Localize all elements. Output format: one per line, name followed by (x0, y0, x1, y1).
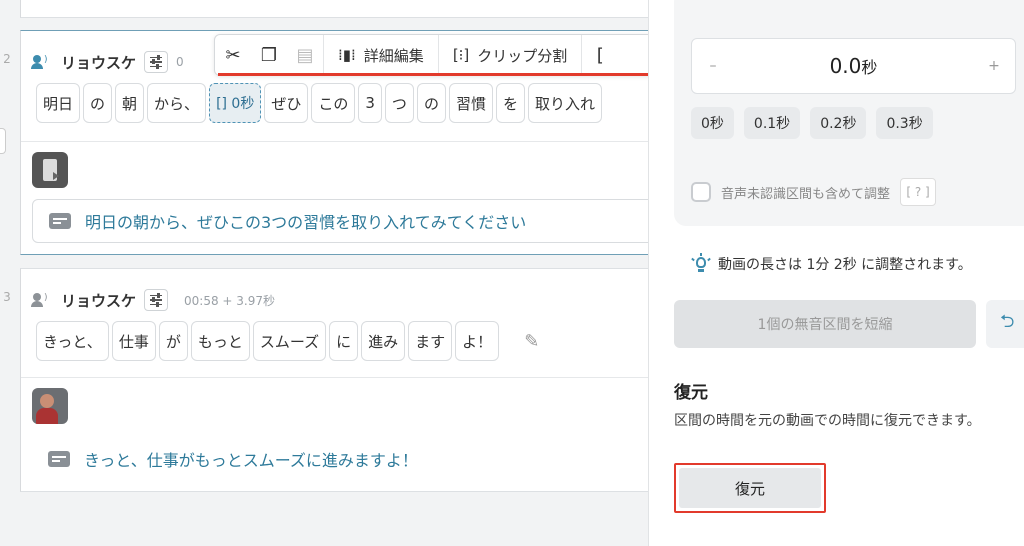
clip-split-label: クリップ分割 (477, 46, 568, 65)
adjust-icon[interactable] (144, 51, 169, 73)
word-chip[interactable]: 朝 (115, 83, 145, 123)
word-chip[interactable]: スムーズ (252, 321, 327, 361)
detail-edit-label: 詳細編集 (363, 46, 424, 65)
speaker-icon: ) (31, 55, 53, 69)
scissors-icon[interactable]: ✂ (215, 45, 251, 66)
preset-0-3s-button[interactable]: 0.3秒 (876, 107, 933, 139)
word-toolbar: ✂ ❐ ▤ ⁞▮⁞ 詳細編集 [⁝] クリップ分割 [ (214, 34, 648, 76)
subtitle-field[interactable]: きっと、仕事がもっとスムーズに進みますよ！ (32, 437, 648, 481)
bulb-icon (691, 253, 711, 274)
preset-0-1s-button[interactable]: 0.1秒 (743, 107, 801, 139)
clip-thumbnail[interactable] (32, 152, 68, 188)
silence-adjust-panel: – 0.0秒 + 0秒 0.1秒 0.2秒 0.3秒 音声未認識区間も含めて調整… (648, 0, 1024, 546)
transcript-row-2[interactable]: ) リョウスケ 00:58 + 3.97秒 きっと、 仕事 が もっと スムーズ… (20, 268, 648, 492)
row-handle[interactable] (0, 128, 6, 154)
word-chip[interactable]: 明日 (36, 83, 81, 123)
duration-info: 動画の長さは 1分 2秒 に調整されます。 (691, 253, 972, 274)
highlight-underline (218, 73, 648, 76)
increment-button[interactable]: + (987, 58, 1001, 74)
adjust-icon[interactable] (144, 289, 169, 311)
word-chip[interactable]: 進み (361, 321, 406, 361)
subtitle-icon (48, 451, 70, 467)
word-chip[interactable]: よ！ (455, 321, 500, 361)
word-chip[interactable]: を (495, 83, 525, 123)
subtitle-icon (49, 213, 71, 229)
subtitle-text: きっと、仕事がもっとスムーズに進みますよ！ (84, 451, 418, 470)
word-chip[interactable]: もっと (190, 321, 250, 361)
duration-info-text: 動画の長さは 1分 2秒 に調整されます。 (718, 257, 972, 273)
word-chip[interactable]: ぜひ (264, 83, 309, 123)
restore-description: 区間の時間を元の動画での時間に復元できます。 (674, 413, 981, 429)
pencil-icon[interactable]: ✎ (524, 331, 539, 352)
word-chip[interactable]: が (158, 321, 188, 361)
preset-0-2s-button[interactable]: 0.2秒 (810, 107, 867, 139)
subtitle-text: 明日の朝から、ぜひこの3つの習慣を取り入れてみてください (85, 213, 527, 232)
transcript-editor: 2 ) リョウスケ 0 明日 の 朝 から、 [] 0秒 ぜひ この 3 つ の… (0, 0, 648, 546)
preset-0s-button[interactable]: 0秒 (691, 107, 734, 139)
restore-button-label: 復元 (679, 468, 821, 508)
word-chip[interactable]: の (83, 83, 113, 123)
speaker-name[interactable]: リョウスケ (61, 290, 136, 311)
segment-time: 00:58 + 3.97秒 (184, 293, 276, 308)
include-unrecognized-label: 音声未認識区間も含めて調整 (721, 186, 891, 202)
restore-heading: 復元 (674, 383, 708, 403)
help-icon[interactable]: [ ? ] (900, 178, 937, 206)
row-divider (21, 141, 648, 142)
speaker-header: ) リョウスケ 0 (31, 51, 184, 73)
word-chip[interactable]: 3 (358, 83, 382, 123)
word-chip[interactable]: から、 (147, 83, 207, 123)
word-chip[interactable]: ます (408, 321, 453, 361)
adjust-card: – 0.0秒 + 0秒 0.1秒 0.2秒 0.3秒 音声未認識区間も含めて調整… (674, 0, 1024, 226)
speaker-name[interactable]: リョウスケ (61, 52, 136, 73)
shorten-silence-button[interactable]: 1個の無音区間を短縮 (674, 300, 976, 348)
detail-edit-button[interactable]: ⁞▮⁞ 詳細編集 (324, 45, 438, 66)
duration-stepper[interactable]: – 0.0秒 + (691, 38, 1016, 94)
word-chip[interactable]: に (329, 321, 359, 361)
row-number: 3 (3, 290, 11, 304)
previous-row-fragment (20, 0, 648, 18)
clip-split-button[interactable]: [⁝] クリップ分割 (439, 45, 582, 66)
word-chip[interactable]: きっと、 (36, 321, 109, 361)
segment-time: 0 (176, 55, 184, 69)
word-chip[interactable]: つ (384, 83, 414, 123)
decrement-button[interactable]: – (706, 58, 720, 74)
silence-gap-chip[interactable]: [] 0秒 (209, 83, 262, 123)
undo-icon[interactable]: ⮌ (986, 300, 1024, 348)
copy-icon[interactable]: ❐ (251, 45, 287, 66)
clip-thumbnail[interactable] (32, 388, 68, 424)
speaker-icon: ) (31, 293, 53, 307)
duration-value[interactable]: 0.0秒 (830, 54, 878, 78)
word-chip[interactable]: 仕事 (111, 321, 156, 361)
include-unrecognized-checkbox[interactable] (691, 182, 711, 202)
word-chip[interactable]: 習慣 (448, 83, 493, 123)
row-number: 2 (3, 52, 11, 66)
paste-icon[interactable]: ▤ (287, 45, 323, 66)
clip-split-icon: [⁝] (452, 46, 470, 64)
word-chip-row: きっと、 仕事 が もっと スムーズ に 進み ます よ！ ✎ (36, 321, 539, 361)
word-chip[interactable]: の (416, 83, 446, 123)
word-chip[interactable]: 取り入れ (527, 83, 602, 123)
row-divider (21, 377, 648, 378)
detail-edit-icon: ⁞▮⁞ (338, 46, 356, 64)
speaker-header: ) リョウスケ 00:58 + 3.97秒 (31, 289, 276, 311)
preset-buttons: 0秒 0.1秒 0.2秒 0.3秒 (691, 107, 933, 139)
restore-button[interactable]: 復元 (674, 463, 826, 513)
include-unrecognized-option: 音声未認識区間も含めて調整 [ ? ] (691, 178, 937, 206)
word-chip[interactable]: この (311, 83, 356, 123)
word-chip-row: 明日 の 朝 から、 [] 0秒 ぜひ この 3 つ の 習慣 を 取り入れ (36, 83, 602, 123)
subtitle-field[interactable]: 明日の朝から、ぜひこの3つの習慣を取り入れてみてください (32, 199, 648, 243)
more-tool-icon[interactable]: [ (582, 45, 618, 66)
